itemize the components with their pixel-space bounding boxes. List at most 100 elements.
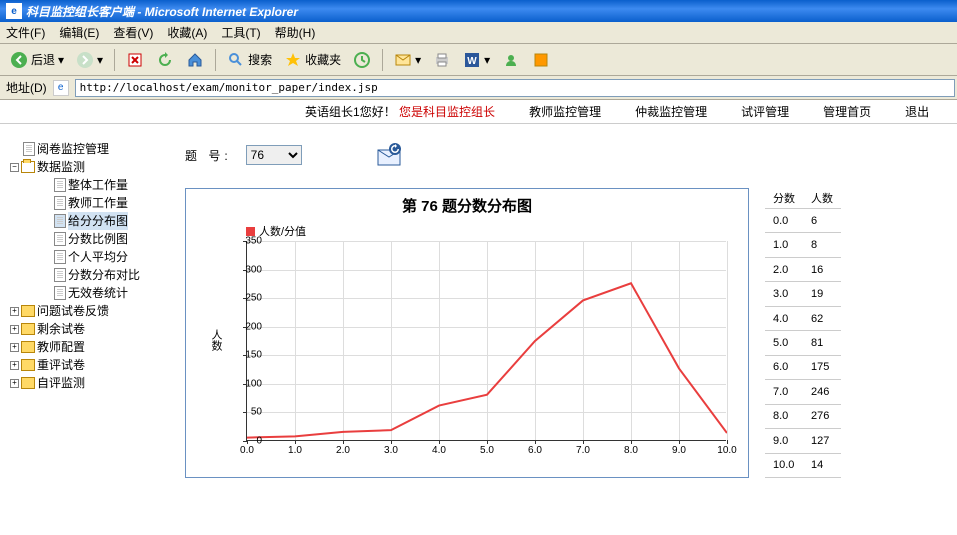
back-label: 后退 xyxy=(31,51,55,68)
stop-icon xyxy=(126,51,144,69)
messenger-icon xyxy=(502,51,520,69)
menu-help[interactable]: 帮助(H) xyxy=(275,24,316,41)
menu-file[interactable]: 文件(F) xyxy=(6,24,45,41)
page-icon xyxy=(54,232,66,246)
forward-icon xyxy=(76,51,94,69)
table-row: 6.0175 xyxy=(765,355,841,379)
tree-leaf[interactable]: 分数比例图 xyxy=(26,230,151,248)
table-row: 10.014 xyxy=(765,453,841,477)
folder-closed-icon xyxy=(21,377,35,389)
svg-text:W: W xyxy=(467,56,477,67)
page-icon xyxy=(23,142,35,156)
expand-icon[interactable]: + xyxy=(10,325,19,334)
page-icon xyxy=(54,196,66,210)
nav-teacher-monitor[interactable]: 教师监控管理 xyxy=(529,103,601,120)
tree-leaf[interactable]: 分数分布对比 xyxy=(26,266,151,284)
folder-open-icon xyxy=(21,161,35,173)
address-input[interactable] xyxy=(75,79,955,97)
forward-button[interactable]: ▾ xyxy=(72,49,107,71)
mail-icon xyxy=(394,51,412,69)
fav-label: 收藏夹 xyxy=(305,51,341,68)
messenger-button[interactable] xyxy=(498,49,524,71)
word-button[interactable]: W▾ xyxy=(459,49,494,71)
address-label: 地址(D) xyxy=(6,79,47,96)
menu-view[interactable]: 查看(V) xyxy=(113,24,153,41)
col-count: 人数 xyxy=(803,188,841,209)
refresh-button[interactable] xyxy=(152,49,178,71)
folder-closed-icon xyxy=(21,305,35,317)
stop-button[interactable] xyxy=(122,49,148,71)
expand-icon[interactable]: + xyxy=(10,307,19,316)
back-icon xyxy=(10,51,28,69)
home-icon xyxy=(186,51,204,69)
app-nav-row: 英语组长1您好！ 您是科目监控组长 教师监控管理 仲裁监控管理 试评管理 管理首… xyxy=(0,100,957,124)
page-icon xyxy=(54,178,66,192)
expand-icon[interactable]: + xyxy=(10,361,19,370)
table-row: 2.016 xyxy=(765,257,841,281)
table-row: 3.019 xyxy=(765,282,841,306)
nav-trial-eval[interactable]: 试评管理 xyxy=(741,103,789,120)
expand-icon[interactable]: + xyxy=(10,343,19,352)
data-table: 分数人数 0.061.082.0163.0194.0625.0816.01757… xyxy=(765,188,841,478)
ie-page-icon: e xyxy=(53,80,69,96)
tree-leaf[interactable]: 无效卷统计 xyxy=(26,284,151,302)
tree-folder[interactable]: +教师配置 xyxy=(10,338,151,356)
table-row: 5.081 xyxy=(765,331,841,355)
question-select[interactable]: 76 xyxy=(246,145,302,165)
research-button[interactable] xyxy=(528,49,554,71)
nav-manage-home[interactable]: 管理首页 xyxy=(823,103,871,120)
nav-logout[interactable]: 退出 xyxy=(905,103,929,120)
col-score: 分数 xyxy=(765,188,803,209)
word-icon: W xyxy=(463,51,481,69)
page-icon xyxy=(54,268,66,282)
sidebar-tree: 阅卷监控管理 −数据监测 整体工作量教师工作量给分分布图分数比例图个人平均分分数… xyxy=(0,124,155,535)
expand-icon[interactable]: + xyxy=(10,379,19,388)
tree-leaf[interactable]: 整体工作量 xyxy=(26,176,151,194)
chart-title: 第 76 题分数分布图 xyxy=(186,189,748,216)
tree-leaf[interactable]: 给分分布图 xyxy=(26,212,151,230)
back-button[interactable]: 后退 ▾ xyxy=(6,49,68,71)
tree-data-monitor[interactable]: −数据监测 xyxy=(10,158,151,176)
search-icon xyxy=(227,51,245,69)
y-axis-title: 人数 xyxy=(208,329,224,351)
folder-closed-icon xyxy=(21,359,35,371)
separator xyxy=(114,49,115,71)
menu-tools[interactable]: 工具(T) xyxy=(221,24,260,41)
tree-folder[interactable]: +剩余试卷 xyxy=(10,320,151,338)
question-label: 题 号: xyxy=(185,147,232,164)
table-row: 1.08 xyxy=(765,233,841,257)
table-row: 8.0276 xyxy=(765,404,841,428)
dropdown-icon: ▾ xyxy=(58,53,64,67)
separator xyxy=(382,49,383,71)
tree-root[interactable]: 阅卷监控管理 xyxy=(10,140,151,158)
greeting: 英语组长1您好！ 您是科目监控组长 xyxy=(305,103,495,120)
nav-arbitration-monitor[interactable]: 仲裁监控管理 xyxy=(635,103,707,120)
table-row: 7.0246 xyxy=(765,380,841,404)
favorites-button[interactable]: 收藏夹 xyxy=(280,49,345,71)
folder-closed-icon xyxy=(21,323,35,335)
table-row: 0.06 xyxy=(765,209,841,233)
search-button[interactable]: 搜索 xyxy=(223,49,276,71)
menu-edit[interactable]: 编辑(E) xyxy=(59,24,99,41)
print-button[interactable] xyxy=(429,49,455,71)
refresh-icon xyxy=(156,51,174,69)
refresh-data-icon[interactable] xyxy=(376,142,404,168)
table-row: 9.0127 xyxy=(765,429,841,453)
tree-leaf[interactable]: 个人平均分 xyxy=(26,248,151,266)
tree-folder[interactable]: +重评试卷 xyxy=(10,356,151,374)
tree-folder[interactable]: +自评监测 xyxy=(10,374,151,392)
tree-folder[interactable]: +问题试卷反馈 xyxy=(10,302,151,320)
chart-plot-area: 0.01.02.03.04.05.06.07.08.09.010.0 xyxy=(246,241,726,441)
home-button[interactable] xyxy=(182,49,208,71)
search-label: 搜索 xyxy=(248,51,272,68)
address-bar: 地址(D) e xyxy=(0,76,957,100)
window-title: 科目监控组长客户端 - Microsoft Internet Explorer xyxy=(26,3,298,20)
collapse-icon[interactable]: − xyxy=(10,163,19,172)
tree-leaf[interactable]: 教师工作量 xyxy=(26,194,151,212)
legend-swatch xyxy=(246,227,255,236)
dropdown-icon: ▾ xyxy=(484,53,490,67)
window-titlebar: e 科目监控组长客户端 - Microsoft Internet Explore… xyxy=(0,0,957,22)
mail-button[interactable]: ▾ xyxy=(390,49,425,71)
history-button[interactable] xyxy=(349,49,375,71)
menu-fav[interactable]: 收藏(A) xyxy=(167,24,207,41)
